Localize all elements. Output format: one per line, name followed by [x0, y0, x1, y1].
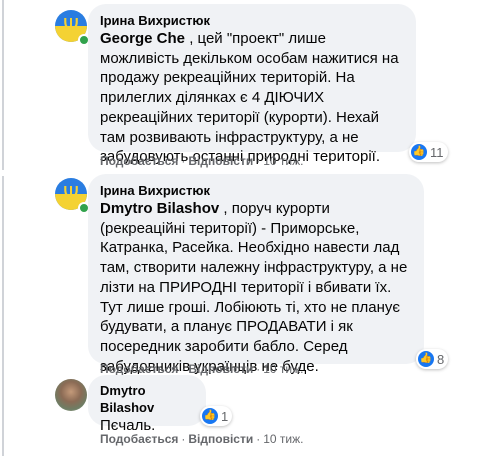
mention-link[interactable]: Dmytro Bilashov: [100, 200, 219, 217]
comment-actions: Подобається · Відповісти · 10 тиж.: [100, 154, 304, 168]
comment-bubble: Dmytro Bilashov Пєчаль.: [88, 375, 206, 434]
like-action[interactable]: Подобається: [100, 362, 178, 376]
reply-action[interactable]: Відповісти: [188, 432, 253, 446]
comment-bubble: Ірина Вихристюк Dmytro Bilashov , поруч …: [88, 174, 424, 375]
thumbs-up-icon: 👍: [202, 408, 218, 424]
reply-action[interactable]: Відповісти: [188, 362, 253, 376]
comment-text: Dmytro Bilashov , поруч курорти (рекреац…: [100, 200, 408, 375]
thumbs-up-icon: 👍: [418, 351, 434, 367]
thread-line: [2, 0, 4, 170]
reaction-count-badge[interactable]: 👍 11: [409, 142, 448, 162]
like-action[interactable]: Подобається: [100, 432, 178, 446]
reaction-count-badge[interactable]: 👍 8: [416, 349, 449, 369]
reaction-count-badge[interactable]: 👍 1: [200, 406, 233, 426]
thread-line: [2, 176, 4, 456]
comment-time[interactable]: 10 тиж.: [263, 362, 303, 376]
comment-author[interactable]: Ірина Вихристюк: [100, 12, 404, 29]
comment-text: George Che , цей "проект" лише можливіст…: [100, 30, 399, 166]
like-action[interactable]: Подобається: [100, 154, 178, 168]
comment-author[interactable]: Dmytro Bilashov: [100, 382, 194, 416]
comment-bubble: Ірина Вихристюк George Che , цей "проект…: [88, 4, 416, 165]
comment-actions: Подобається · Відповісти · 10 тиж.: [100, 362, 304, 376]
mention-link[interactable]: George Che: [100, 30, 185, 47]
comment-author[interactable]: Ірина Вихристюк: [100, 182, 412, 199]
reply-action[interactable]: Відповісти: [188, 154, 253, 168]
comment-actions: Подобається · Відповісти · 10 тиж.: [100, 432, 304, 446]
comment-time[interactable]: 10 тиж.: [263, 432, 303, 446]
comment-time[interactable]: 10 тиж.: [263, 154, 303, 168]
avatar[interactable]: [55, 379, 87, 411]
thumbs-up-icon: 👍: [411, 144, 427, 160]
